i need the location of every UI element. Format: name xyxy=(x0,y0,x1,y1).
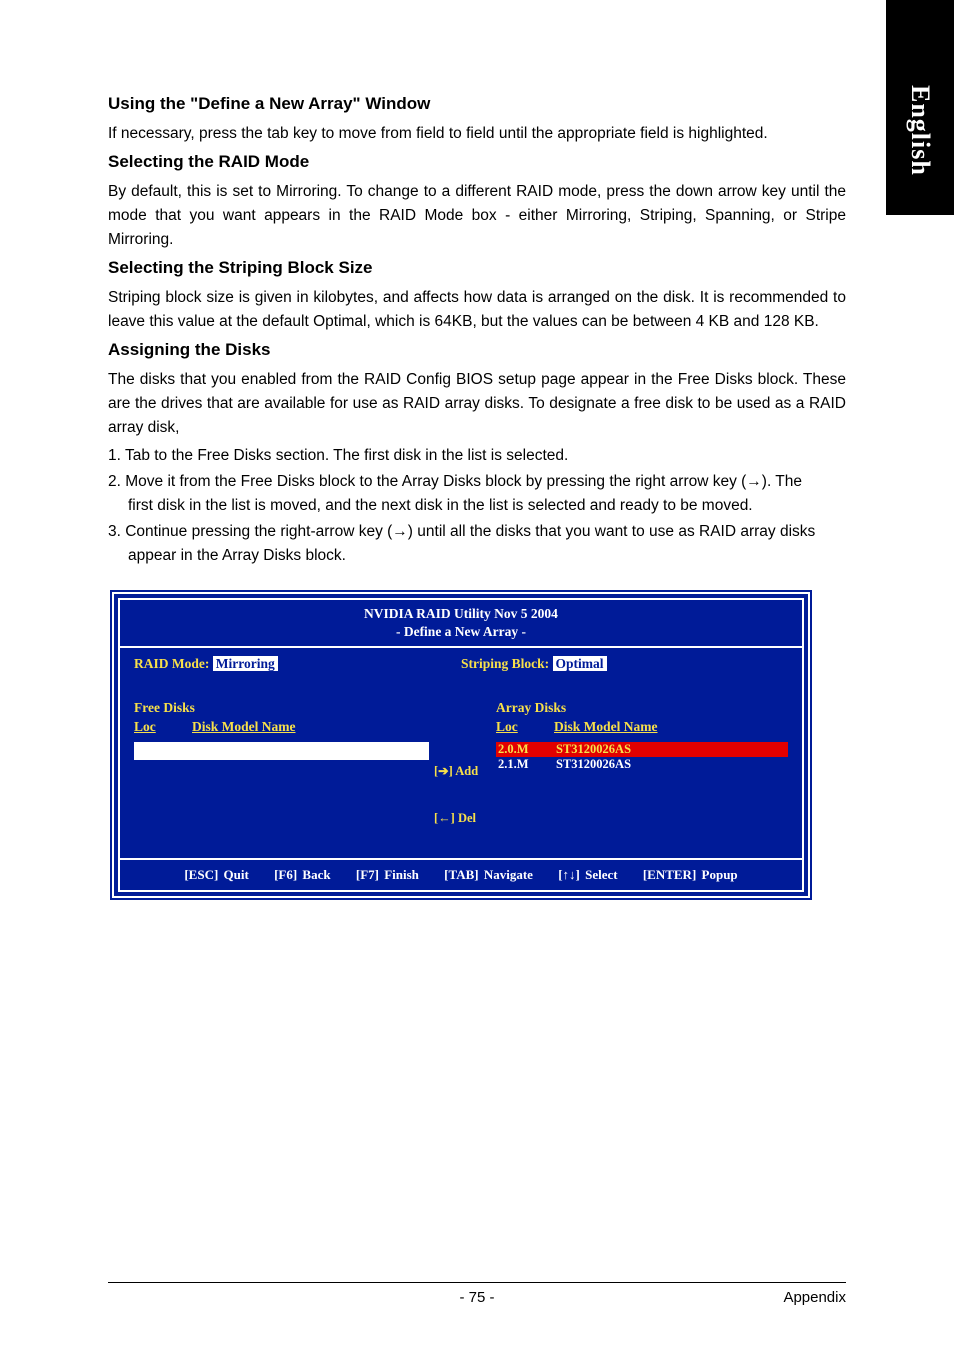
add-button[interactable]: [➔] Add xyxy=(434,748,496,796)
hint-f7: [F7] Finish xyxy=(356,867,419,882)
disk-loc: 2.0.M xyxy=(498,742,556,757)
table-row[interactable]: 2.0.M ST3120026AS xyxy=(496,742,788,757)
hint-esc: [ESC] Quit xyxy=(184,867,248,882)
para-define-array: If necessary, press the tab key to move … xyxy=(108,122,846,146)
table-row[interactable]: 2.1.M ST3120026AS xyxy=(496,757,788,772)
free-disks-heading: Free Disks xyxy=(134,700,434,716)
bios-title-line1: NVIDIA RAID Utility Nov 5 2004 xyxy=(120,605,802,623)
heading-raid-mode: Selecting the RAID Mode xyxy=(108,152,846,172)
bios-disk-columns: Free Disks Loc Disk Model Name [➔] Add [… xyxy=(134,700,788,843)
raid-mode-value[interactable]: Mirroring xyxy=(213,656,278,671)
hint-tab: [TAB] Navigate xyxy=(444,867,533,882)
free-disks-header-row: Loc Disk Model Name xyxy=(134,719,434,735)
disk-model: ST3120026AS xyxy=(556,742,631,757)
add-del-controls: [➔] Add [←] Del xyxy=(434,700,496,843)
array-model-header: Disk Model Name xyxy=(554,719,658,735)
heading-assigning-disks: Assigning the Disks xyxy=(108,340,846,360)
free-loc-header: Loc xyxy=(134,719,192,735)
para-assigning-disks: The disks that you enabled from the RAID… xyxy=(108,368,846,440)
bios-title: NVIDIA RAID Utility Nov 5 2004 - Define … xyxy=(120,600,802,647)
bios-key-hints: [ESC] Quit [F6] Back [F7] Finish [TAB] N… xyxy=(120,858,802,890)
list-item-3-line2: appear in the Array Disks block. xyxy=(128,544,846,568)
page-number: - 75 - xyxy=(459,1289,494,1306)
hint-enter: [ENTER] Popup xyxy=(643,867,738,882)
hint-f6: [F6] Back xyxy=(274,867,331,882)
para-striping-size: Striping block size is given in kilobyte… xyxy=(108,286,846,334)
list-item-2-line1: 2. Move it from the Free Disks block to … xyxy=(108,473,802,490)
language-side-tab: English xyxy=(886,0,954,215)
document-content: Using the "Define a New Array" Window If… xyxy=(108,88,846,898)
striping-block-field[interactable]: Striping Block: Optimal xyxy=(461,656,788,672)
striping-block-value[interactable]: Optimal xyxy=(553,656,607,671)
bios-utility-window: NVIDIA RAID Utility Nov 5 2004 - Define … xyxy=(112,592,810,897)
list-item-3-line1: 3. Continue pressing the right-arrow key… xyxy=(108,523,815,540)
free-disks-column[interactable]: Free Disks Loc Disk Model Name xyxy=(134,700,434,843)
bios-inner-frame: NVIDIA RAID Utility Nov 5 2004 - Define … xyxy=(118,598,804,891)
heading-striping-size: Selecting the Striping Block Size xyxy=(108,258,846,278)
heading-define-array: Using the "Define a New Array" Window xyxy=(108,94,846,114)
list-item-1: 1. Tab to the Free Disks section. The fi… xyxy=(108,444,846,468)
list-item-2: 2. Move it from the Free Disks block to … xyxy=(108,470,846,518)
array-disks-list[interactable]: 2.0.M ST3120026AS 2.1.M ST3120026AS xyxy=(496,742,788,827)
disk-loc: 2.1.M xyxy=(498,757,556,772)
list-item-2-line2: first disk in the list is moved, and the… xyxy=(128,494,846,518)
raid-mode-field[interactable]: RAID Mode: Mirroring xyxy=(134,656,461,672)
bios-body: RAID Mode: Mirroring Striping Block: Opt… xyxy=(120,648,802,858)
language-label: English xyxy=(905,85,935,176)
disk-model: ST3120026AS xyxy=(556,757,631,772)
array-disks-column[interactable]: Array Disks Loc Disk Model Name 2.0.M ST… xyxy=(496,700,788,843)
bios-settings-row: RAID Mode: Mirroring Striping Block: Opt… xyxy=(134,656,788,672)
section-name: Appendix xyxy=(783,1289,846,1306)
bios-title-line2: - Define a New Array - xyxy=(120,623,802,641)
para-raid-mode: By default, this is set to Mirroring. To… xyxy=(108,180,846,252)
striping-block-label: Striping Block: xyxy=(461,656,549,671)
free-disks-selection-box[interactable] xyxy=(134,742,429,760)
list-item-3: 3. Continue pressing the right-arrow key… xyxy=(108,520,846,568)
hint-arrows: [↑↓] Select xyxy=(558,867,617,882)
free-model-header: Disk Model Name xyxy=(192,719,296,735)
array-disks-heading: Array Disks xyxy=(496,700,788,716)
del-button[interactable]: [←] Del xyxy=(434,795,496,843)
raid-mode-label: RAID Mode: xyxy=(134,656,209,671)
page-footer: - 75 - Appendix xyxy=(108,1282,846,1306)
array-loc-header: Loc xyxy=(496,719,554,735)
array-disks-header-row: Loc Disk Model Name xyxy=(496,719,788,735)
